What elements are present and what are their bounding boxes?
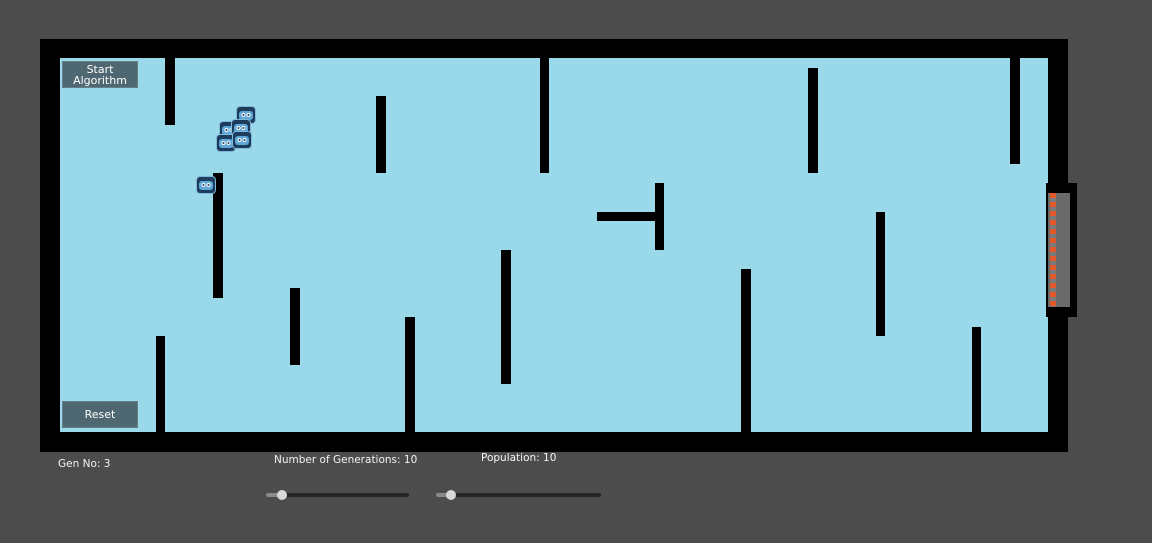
number-of-generations-label: Number of Generations: 10: [274, 454, 418, 466]
goal-stripe: [1050, 193, 1056, 307]
wall: [376, 96, 386, 173]
robot-agent-icon: [232, 131, 252, 149]
reset-button[interactable]: Reset: [62, 401, 138, 428]
robot-agent-icon: [196, 176, 216, 194]
wall: [540, 58, 549, 173]
wall: [1010, 58, 1020, 164]
arena-floor: [60, 58, 1048, 432]
population-label: Population: 10: [481, 452, 557, 464]
population-slider[interactable]: [436, 490, 601, 500]
wall: [655, 183, 664, 250]
wall: [165, 58, 175, 125]
wall: [290, 288, 300, 365]
wall: [156, 336, 165, 432]
wall: [972, 327, 981, 432]
wall: [876, 212, 885, 336]
generations-slider[interactable]: [266, 490, 409, 500]
generations-slider-handle[interactable]: [276, 490, 287, 500]
population-slider-handle[interactable]: [445, 490, 456, 500]
wall: [405, 317, 415, 432]
generation-number-label: Gen No: 3: [58, 458, 111, 470]
goal-gate-icon: [1046, 183, 1077, 317]
goal-area: [1048, 193, 1070, 307]
wall: [808, 68, 818, 173]
wall: [741, 269, 751, 432]
wall: [501, 250, 511, 384]
wall: [597, 212, 663, 221]
start-algorithm-button[interactable]: Start Algorithm: [62, 61, 138, 88]
